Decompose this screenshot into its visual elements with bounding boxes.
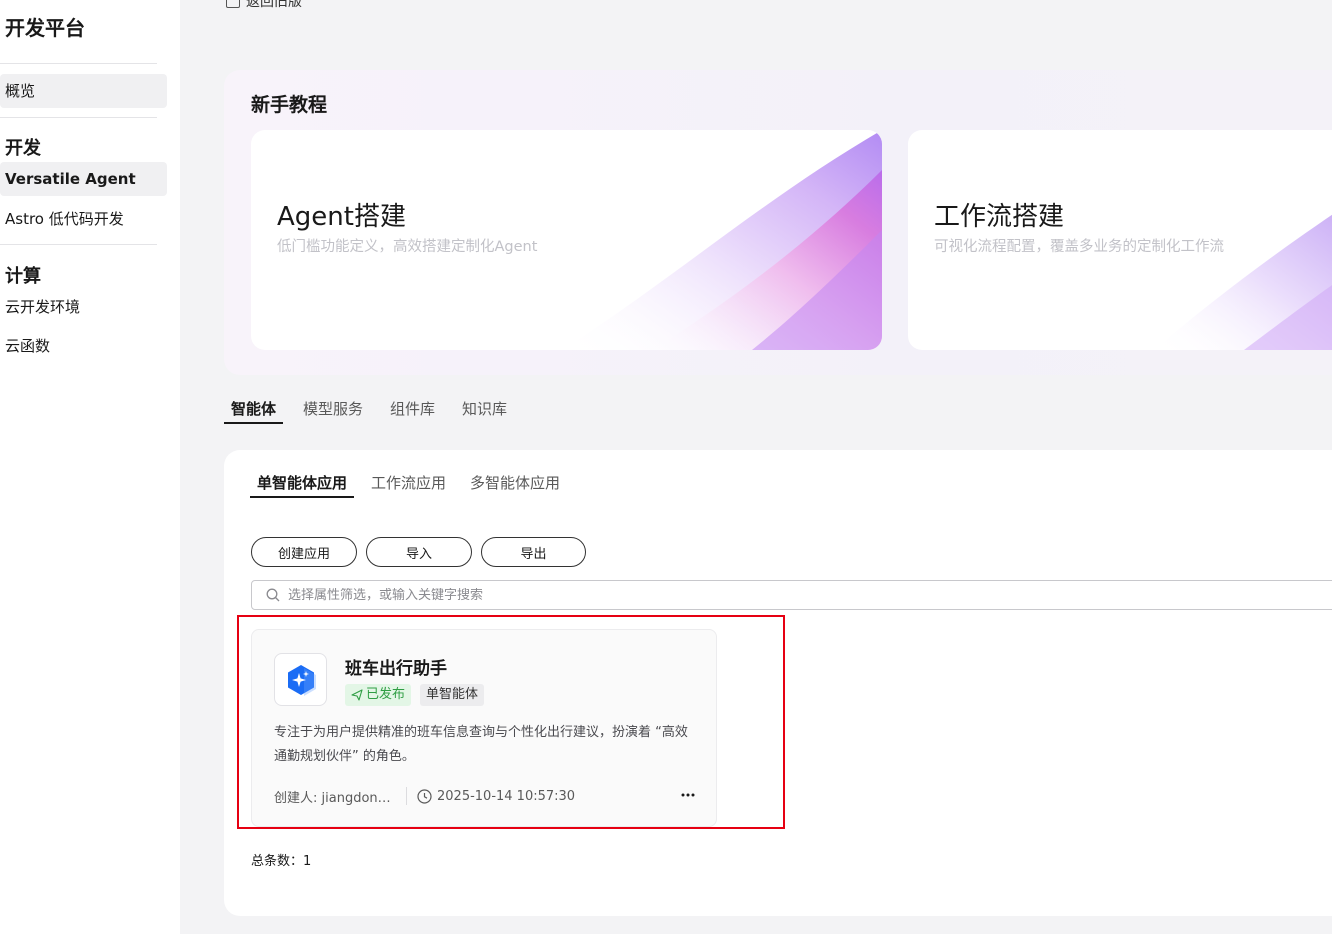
- search-icon: [266, 588, 280, 602]
- app-description: 专注于为用户提供精准的班车信息查询与个性化出行建议，扮演着 “高效通勤规划伙伴”…: [274, 725, 688, 764]
- sidebar-item-overview[interactable]: 概览: [0, 74, 167, 108]
- sidebar-divider: [0, 244, 157, 245]
- more-options-icon[interactable]: [677, 784, 699, 806]
- send-icon: [351, 689, 363, 701]
- sidebar-section-develop: 开发: [5, 138, 41, 159]
- export-button[interactable]: 导出: [481, 537, 586, 567]
- app-logo: [274, 653, 327, 706]
- search-input[interactable]: [288, 587, 1332, 603]
- tab-knowledge-base[interactable]: 知识库: [455, 398, 514, 424]
- status-badge-label: 已发布: [366, 687, 406, 702]
- tutorial-title: 新手教程: [251, 94, 328, 116]
- tutorial-card-title: Agent搭建: [277, 202, 406, 232]
- total-value: 1: [303, 854, 312, 869]
- sub-tabs: 单智能体应用 工作流应用 多智能体应用: [250, 472, 577, 498]
- brand-title: 开发平台: [5, 16, 85, 40]
- sidebar-item-versatile-agent[interactable]: Versatile Agent: [0, 162, 167, 196]
- app-meta: 创建人: jiangdong... 2025-10-14 10:57:30: [274, 786, 699, 806]
- main-tabs: 智能体 模型服务 组件库 知识库: [224, 398, 527, 424]
- tab-model-service[interactable]: 模型服务: [296, 398, 370, 424]
- tab-component-library[interactable]: 组件库: [383, 398, 442, 424]
- tab-agent[interactable]: 智能体: [224, 398, 284, 424]
- apps-panel: 单智能体应用 工作流应用 多智能体应用 创建应用 导入 导出 班车出行助手: [224, 450, 1332, 916]
- back-label: 返回旧版: [246, 0, 302, 10]
- total-count: 总条数：1: [251, 850, 311, 869]
- action-buttons: 创建应用 导入 导出: [251, 537, 586, 567]
- clock-icon: [417, 788, 432, 804]
- app-badges: 已发布 单智能体: [345, 684, 485, 706]
- app-time: 2025-10-14 10:57:30: [417, 789, 575, 804]
- subtab-multi-agent[interactable]: 多智能体应用: [463, 472, 567, 498]
- tutorial-card-title: 工作流搭建: [934, 202, 1065, 232]
- subtab-workflow[interactable]: 工作流应用: [364, 472, 453, 498]
- total-label: 总条数：: [251, 854, 304, 869]
- agent-sparkle-icon: [287, 664, 316, 696]
- create-app-button[interactable]: 创建应用: [251, 537, 357, 567]
- app-creator: 创建人: jiangdong...: [274, 790, 394, 806]
- tutorial-art-image: [562, 130, 882, 350]
- status-badge: 已发布: [345, 684, 412, 706]
- tutorial-card-desc: 低门槛功能定义，高效搭建定制化Agent: [277, 239, 538, 255]
- tutorial-card-desc: 可视化流程配置，覆盖多业务的定制化工作流: [934, 239, 1224, 255]
- search-bar[interactable]: [251, 580, 1332, 610]
- subtab-single-agent[interactable]: 单智能体应用: [250, 472, 355, 498]
- app-card[interactable]: 班车出行助手 已发布 单智能体 专注于为用户提供精准的班车信息查询与个性化出行建…: [251, 629, 717, 827]
- tutorial-panel: 新手教程 Agent搭建 低门槛功能定义，高效搭建定制化Agent 工作流搭建 …: [224, 70, 1332, 375]
- back-to-old-version-link[interactable]: 返回旧版: [226, 0, 302, 11]
- return-icon: [226, 0, 240, 8]
- sidebar-item-cloud-function[interactable]: 云函数: [0, 329, 167, 363]
- tutorial-card-workflow[interactable]: 工作流搭建 可视化流程配置，覆盖多业务的定制化工作流: [908, 130, 1332, 350]
- type-badge: 单智能体: [420, 684, 485, 706]
- sidebar-item-cloud-dev-env[interactable]: 云开发环境: [0, 290, 167, 324]
- app-name: 班车出行助手: [345, 659, 447, 679]
- sidebar: 开发平台 概览 开发 Versatile Agent Astro 低代码开发 计…: [0, 0, 180, 934]
- meta-divider: [406, 787, 407, 805]
- app-time-value: 2025-10-14 10:57:30: [437, 788, 576, 804]
- sidebar-section-compute: 计算: [5, 266, 41, 287]
- sidebar-divider: [0, 63, 157, 64]
- tutorial-card-agent[interactable]: Agent搭建 低门槛功能定义，高效搭建定制化Agent: [251, 130, 882, 350]
- sidebar-item-astro[interactable]: Astro 低代码开发: [0, 202, 167, 236]
- sidebar-divider: [0, 117, 157, 118]
- import-button[interactable]: 导入: [366, 537, 472, 567]
